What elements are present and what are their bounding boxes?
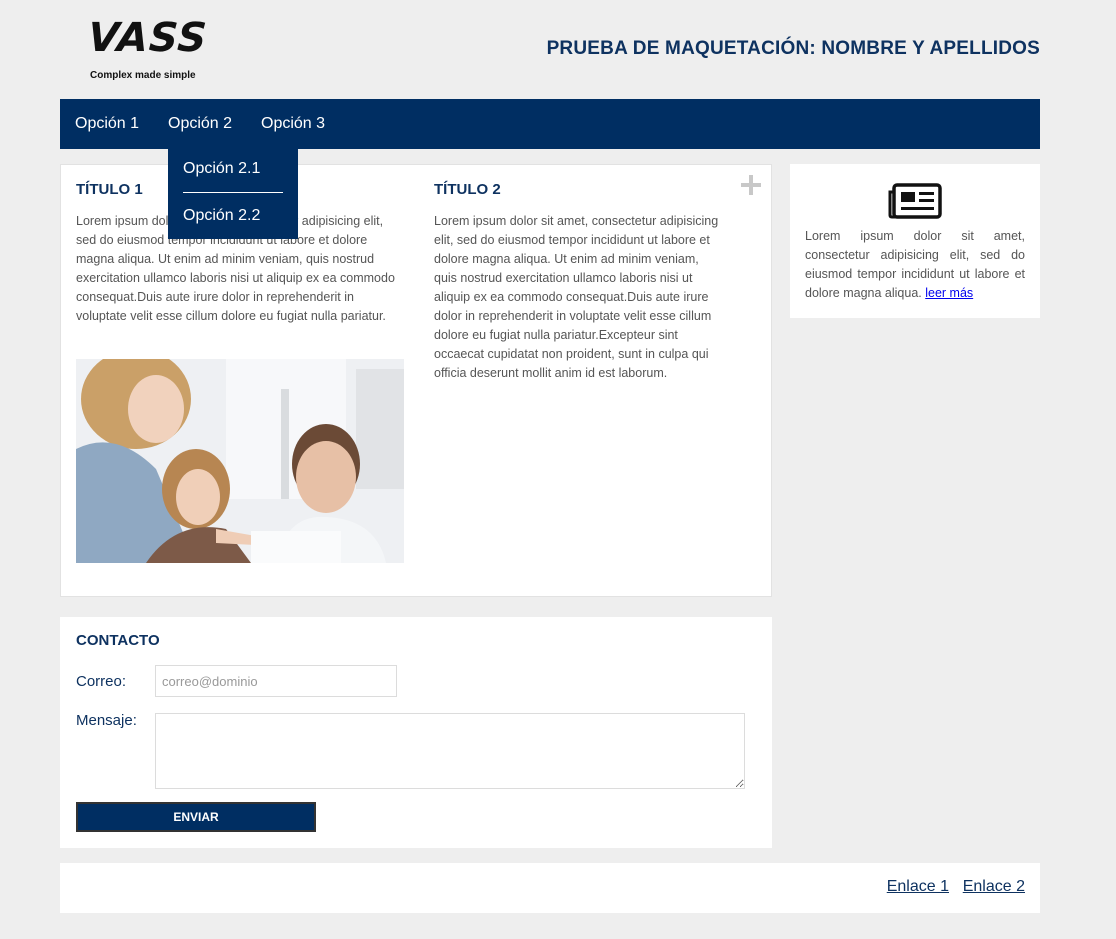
page-title: PRUEBA DE MAQUETACIÓN: NOMBRE Y APELLIDO…: [546, 38, 1040, 59]
contact-form-panel: CONTACTO Correo: Mensaje: ENVIAR: [60, 617, 772, 848]
footer-link-enlace-2[interactable]: Enlace 2: [963, 878, 1025, 896]
sidebar-text-body: Lorem ipsum dolor sit amet, consectetur …: [805, 229, 1025, 300]
nav-dropdown-menu: Opción 2.1 Opción 2.2: [168, 149, 298, 239]
email-label: Correo:: [76, 673, 127, 690]
message-textarea[interactable]: [155, 713, 745, 789]
dropdown-divider: [183, 192, 283, 193]
nav-item-opcion-1[interactable]: Opción 1: [75, 99, 139, 149]
column-2-title: TÍTULO 2: [434, 181, 501, 198]
logo-text: VASS: [86, 15, 209, 61]
footer: Enlace 1 Enlace 2: [60, 863, 1040, 913]
sidebar-news-panel: Lorem ipsum dolor sit amet, consectetur …: [790, 164, 1040, 318]
logo-tagline: Complex made simple: [90, 70, 196, 81]
main-content-panel: TÍTULO 1 Lorem ipsum dolor sit amet, con…: [60, 164, 772, 597]
nav-item-opcion-3[interactable]: Opción 3: [261, 99, 325, 149]
plus-icon[interactable]: [741, 175, 761, 195]
column-2-text: Lorem ipsum dolor sit amet, consectetur …: [434, 214, 719, 380]
sidebar-text: Lorem ipsum dolor sit amet, consectetur …: [805, 227, 1025, 303]
vass-logo[interactable]: VASS Complex made simple: [86, 15, 209, 84]
nav-item-opcion-2[interactable]: Opción 2: [168, 99, 232, 149]
dropdown-item-opcion-2-1[interactable]: Opción 2.1: [183, 160, 260, 178]
team-photo: [76, 359, 404, 563]
message-label: Mensaje:: [76, 712, 137, 729]
column-1-title: TÍTULO 1: [76, 181, 143, 198]
footer-link-enlace-1[interactable]: Enlace 1: [887, 878, 949, 896]
main-nav: Opción 1 Opción 2 Opción 3: [60, 99, 1040, 149]
email-field[interactable]: [155, 665, 397, 697]
send-button[interactable]: ENVIAR: [76, 802, 316, 832]
contact-title: CONTACTO: [76, 632, 160, 649]
read-more-link[interactable]: leer más: [925, 286, 973, 300]
team-photo-illustration: [76, 359, 404, 563]
newspaper-icon: [888, 182, 942, 220]
dropdown-item-opcion-2-2[interactable]: Opción 2.2: [183, 207, 260, 225]
